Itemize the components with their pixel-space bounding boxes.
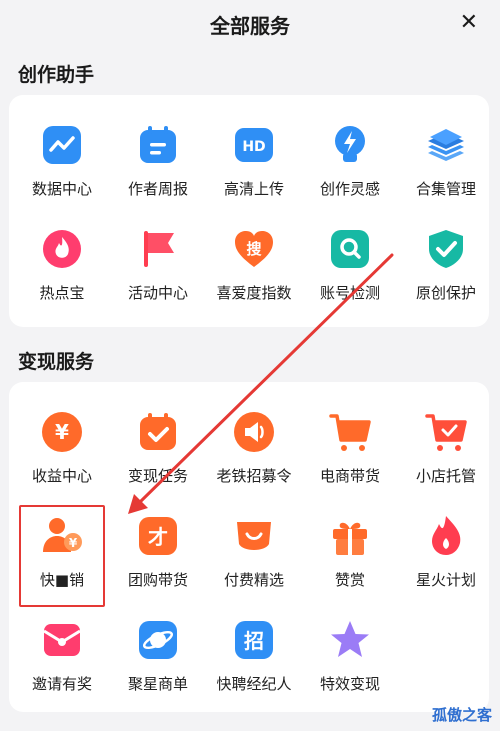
megaphone-icon [234,412,274,452]
service-label: 变现任务 [127,467,188,485]
shield-check-icon [429,230,463,268]
service-star-orders[interactable]: 聚星商单 [110,618,206,694]
service-paid-selection[interactable]: 付费精选 [206,514,302,590]
service-hot-spot[interactable]: 热点宝 [14,227,110,303]
service-data-center[interactable]: 数据中心 [14,123,110,199]
service-effects-monetize[interactable]: 特效变现 [302,618,398,694]
service-label: 特效变现 [319,675,380,693]
search-shield-icon [331,230,369,268]
section-title-monetization: 变现服务 [18,351,95,373]
card-creation-tools: 数据中心 作者周报 HD 高清上传 创作灵感 合集管理 热点宝 活动中心 搜 喜… [9,95,489,327]
svg-text:搜: 搜 [246,240,262,258]
planet-icon [139,621,177,659]
service-collection-manage[interactable]: 合集管理 [398,123,494,199]
service-author-weekly[interactable]: 作者周报 [110,123,206,199]
service-label: 星火计划 [415,571,476,589]
service-label: 付费精选 [223,571,284,589]
recruit-icon: 招 [235,621,273,659]
cart-icon [329,414,371,451]
service-label: 团购带货 [127,571,188,589]
header: 全部服务 ✕ [0,0,500,50]
close-button[interactable]: ✕ [460,10,478,36]
service-label: 高清上传 [223,180,284,198]
yuan-icon: ¥ [42,412,82,452]
star-icon [331,621,369,657]
service-label: 收益中心 [31,467,92,485]
service-label: 快聘经纪人 [216,675,292,693]
svg-text:招: 招 [244,629,264,653]
hd-icon: HD [235,128,273,162]
cart-check-icon [425,414,467,451]
bulb-icon [335,126,365,162]
service-label: 喜爱度指数 [216,284,292,302]
flag-icon [144,231,174,267]
service-group-buy[interactable]: 才 团购带货 [110,514,206,590]
chart-icon [43,126,81,164]
service-shop-hosting[interactable]: 小店托管 [398,410,494,486]
gift-icon [333,522,367,555]
service-inspiration[interactable]: 创作灵感 [302,123,398,199]
service-ecommerce-selling[interactable]: 电商带货 [302,410,398,486]
watermark: 孤傲之客 [431,706,492,724]
service-label: 活动中心 [127,284,188,302]
service-label: 聚星商单 [127,675,188,693]
service-favorability-index[interactable]: 搜 喜爱度指数 [206,227,302,303]
service-label: 赞赏 [334,571,365,589]
group-buy-icon: 才 [139,517,177,555]
service-recruit-order[interactable]: 老铁招募令 [206,410,302,486]
service-activity-center[interactable]: 活动中心 [110,227,206,303]
fire-icon [432,516,461,555]
service-label: 合集管理 [415,180,476,198]
smile-icon [237,522,271,550]
service-label: 热点宝 [39,284,85,302]
service-spark-plan[interactable]: 星火计划 [398,514,494,590]
svg-text:才: 才 [148,525,168,549]
service-label: 账号检测 [319,284,380,302]
service-label: 电商带货 [319,467,380,485]
service-reward[interactable]: 赞赏 [302,514,398,590]
service-label: 老铁招募令 [216,467,292,485]
service-label: 作者周报 [127,180,188,198]
service-label: 数据中心 [31,180,92,198]
svg-text:¥: ¥ [55,420,69,444]
layers-icon [428,129,464,161]
service-invite-reward[interactable]: 邀请有奖 [14,618,110,694]
service-label: 小店托管 [415,467,476,485]
service-hd-upload[interactable]: HD 高清上传 [206,123,302,199]
service-original-protection[interactable]: 原创保护 [398,227,494,303]
service-account-check[interactable]: 账号检测 [302,227,398,303]
calendar-icon [140,126,176,163]
heart-icon: 搜 [235,231,273,267]
task-icon [140,413,176,450]
invite-icon [43,624,81,656]
flame-icon [43,230,81,268]
service-label: 邀请有奖 [31,675,92,693]
service-label: 原创保护 [415,284,476,302]
service-revenue-center[interactable]: ¥ 收益中心 [14,410,110,486]
svg-text:HD: HD [242,139,265,155]
section-title-creation: 创作助手 [18,64,95,86]
page-title: 全部服务 [210,14,290,38]
service-monetize-task[interactable]: 变现任务 [110,410,206,486]
highlight-box [19,505,105,607]
service-label: 创作灵感 [319,180,380,198]
service-recruit-agent[interactable]: 招 快聘经纪人 [206,618,302,694]
